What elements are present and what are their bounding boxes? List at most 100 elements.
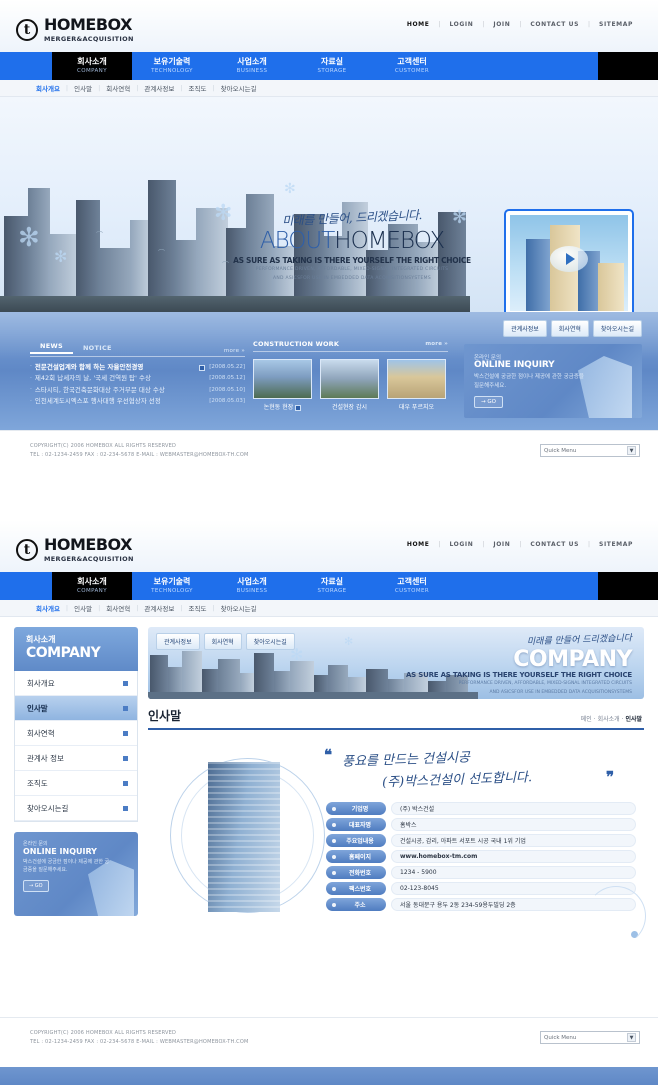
nav-item-customer[interactable]: 고객센터 CUSTOMER: [372, 52, 452, 80]
construction-caption: 건설현장 감시: [331, 404, 368, 411]
nav-item-storage-en: STORAGE: [317, 67, 347, 74]
breadcrumb-home[interactable]: 메인: [581, 716, 592, 723]
info-label-company-name: 기업명: [326, 802, 386, 815]
construction-thumbnail[interactable]: [253, 359, 312, 399]
sidebar-item-affiliates[interactable]: 관계사 정보: [15, 746, 137, 771]
utilnav-contact-us[interactable]: CONTACT US: [521, 541, 588, 548]
site-logo[interactable]: t HOMEBOX MERGER&ACQUISITION: [16, 17, 134, 43]
news-item[interactable]: · 전문건설업계와 함께 하는 자율안전경영 [2008.05.22]: [30, 362, 245, 373]
inquiry-go-button[interactable]: → GO: [474, 396, 503, 408]
video-player[interactable]: ❙❙ 00:06 01:34 ⛶ ◂)): [504, 209, 634, 312]
info-value-homepage[interactable]: www.homebox-tm.com: [391, 850, 636, 863]
subnav-item-overview[interactable]: 회사개요: [30, 83, 66, 93]
news-item[interactable]: · 제42회 납세자의 날, '국세 건역원 탑' 수상 [2008.05.12…: [30, 373, 245, 384]
quick-button-directions[interactable]: 찾아오시는길: [592, 320, 642, 337]
nav-item-customer[interactable]: 고객센터 CUSTOMER: [372, 572, 452, 600]
snowflake-icon: ✻: [18, 223, 40, 253]
bullet-dot-icon: [332, 854, 336, 859]
subnav-item-directions[interactable]: 찾아오시는길: [215, 603, 263, 613]
breadcrumb-section[interactable]: 회사소개: [598, 716, 620, 723]
utilnav-home[interactable]: HOME: [398, 21, 439, 28]
logo-mark-icon: t: [16, 19, 38, 41]
news-item-date: [2008.05.22]: [209, 363, 245, 370]
subnav-item-greeting[interactable]: 인사말: [68, 83, 98, 93]
utilnav-join[interactable]: JOIN: [484, 21, 519, 28]
utilnav-sitemap[interactable]: SITEMAP: [590, 21, 642, 28]
subnav-item-history[interactable]: 회사연혁: [100, 603, 136, 613]
nav-item-business[interactable]: 사업소개 BUSINESS: [212, 52, 292, 80]
breadcrumb-separator: ·: [593, 716, 596, 723]
nav-item-technology-ko: 보유기술력: [153, 577, 191, 587]
construction-item[interactable]: 건설현장 감시: [320, 359, 379, 411]
site-logo-2[interactable]: t HOMEBOX MERGER&ACQUISITION: [16, 537, 134, 563]
utilnav-sitemap[interactable]: SITEMAP: [590, 541, 642, 548]
subnav-item-history[interactable]: 회사연혁: [100, 83, 136, 93]
nav-item-technology[interactable]: 보유기술력 TECHNOLOGY: [132, 52, 212, 80]
construction-thumbnail[interactable]: [387, 359, 446, 399]
sidebar-online-inquiry[interactable]: 온라인 문의 ONLINE INQUIRY 박스건설에 궁금한 점이나 제공에 …: [14, 832, 138, 916]
news-item[interactable]: · 스타시티, 한국건축문화대상 주거부문 대상 수상 [2008.05.10]: [30, 385, 245, 396]
construction-caption: 대우 푸르지오: [398, 404, 435, 411]
construction-caption-text: 논현동 현장: [263, 404, 294, 411]
online-inquiry-box[interactable]: 온라인 문의 ONLINE INQUIRY 박스건설에 궁금한 점이나 제공에 …: [464, 344, 642, 418]
subnav-item-affiliates[interactable]: 관계사정보: [138, 603, 180, 613]
logo-name: HOMEBOX: [44, 535, 132, 554]
quick-button-affiliates[interactable]: 관계사정보: [503, 320, 547, 337]
utilnav-contact-us[interactable]: CONTACT US: [521, 21, 588, 28]
nav-item-storage[interactable]: 자료실 STORAGE: [292, 572, 372, 600]
construction-caption: 논현동 현장: [253, 402, 312, 411]
content-area: ✻ ✻ 관계사정보 회사연혁 찾아오시는길 미래를 만들어 드리겠습니다 COM…: [148, 627, 646, 970]
banner-tab-affiliates[interactable]: 관계사정보: [156, 633, 200, 650]
sidebar-item-directions[interactable]: 찾아오시는길: [15, 796, 137, 821]
nav-item-customer-ko: 고객센터: [397, 57, 427, 67]
nav-item-company-ko: 회사소개: [77, 577, 107, 587]
nav-item-company[interactable]: 회사소개 COMPANY: [52, 52, 132, 80]
construction-item[interactable]: 대우 푸르지오: [387, 359, 446, 411]
banner-tab-directions[interactable]: 찾아오시는길: [245, 633, 295, 650]
construction-item[interactable]: 논현동 현장: [253, 359, 312, 411]
bird-icon: ︵: [222, 256, 229, 264]
nav-tail: [598, 52, 658, 80]
chevron-down-icon[interactable]: ▼: [627, 1033, 636, 1042]
subnav-item-directions[interactable]: 찾아오시는길: [215, 83, 263, 93]
hero-title-light: ABOUT: [259, 228, 335, 254]
greeting-quote: ❝ 풍요를 만드는 건설시공 (주)박스건설이 선도합니다. ❞: [324, 746, 634, 790]
subnav-item-overview[interactable]: 회사개요: [30, 603, 66, 613]
subnav-item-org-chart[interactable]: 조직도: [183, 603, 213, 613]
nav-item-business[interactable]: 사업소개 BUSINESS: [212, 572, 292, 600]
utilnav-join[interactable]: JOIN: [484, 541, 519, 548]
tab-news[interactable]: NEWS: [30, 340, 73, 354]
chevron-down-icon[interactable]: ▼: [627, 446, 636, 455]
video-screen[interactable]: [510, 215, 628, 311]
nav-item-company[interactable]: 회사소개 COMPANY: [52, 572, 132, 600]
inquiry-en-title: ONLINE INQUIRY: [23, 847, 97, 856]
quick-menu-select[interactable]: Quick Menu ▼: [540, 444, 640, 457]
news-item[interactable]: · 인천세계도시엑스포 행사대행 우선협상자 선정 [2008.05.03]: [30, 396, 245, 407]
quick-menu-select[interactable]: Quick Menu ▼: [540, 1031, 640, 1044]
subnav-item-org-chart[interactable]: 조직도: [183, 83, 213, 93]
quick-button-history[interactable]: 회사연혁: [550, 320, 589, 337]
quick-menu-label: Quick Menu: [544, 447, 577, 454]
tab-notice[interactable]: NOTICE: [73, 342, 122, 354]
nav-item-technology-ko: 보유기술력: [153, 57, 191, 67]
sidebar-item-org-chart[interactable]: 조직도: [15, 771, 137, 796]
construction-thumbnail[interactable]: [320, 359, 379, 399]
play-button[interactable]: [550, 246, 588, 273]
sidebar-item-overview[interactable]: 회사개요: [15, 671, 137, 696]
nav-item-customer-en: CUSTOMER: [394, 587, 430, 594]
banner-tab-history[interactable]: 회사연혁: [203, 633, 242, 650]
inquiry-go-button[interactable]: → GO: [23, 880, 49, 892]
utilnav-login[interactable]: LOGIN: [440, 541, 482, 548]
news-item-date: [2008.05.10]: [209, 386, 245, 393]
utilnav-home[interactable]: HOME: [398, 541, 439, 548]
subnav-item-greeting[interactable]: 인사말: [68, 603, 98, 613]
utilnav-login[interactable]: LOGIN: [440, 21, 482, 28]
sidebar-item-history[interactable]: 회사연혁: [15, 721, 137, 746]
nav-item-storage[interactable]: 자료실 STORAGE: [292, 52, 372, 80]
construction-more-link[interactable]: more »: [425, 341, 448, 347]
sidebar-item-greeting[interactable]: 인사말: [15, 696, 137, 721]
new-badge-icon: [199, 364, 206, 371]
nav-item-technology[interactable]: 보유기술력 TECHNOLOGY: [132, 572, 212, 600]
news-more-link[interactable]: more »: [224, 348, 245, 354]
subnav-item-affiliates[interactable]: 관계사정보: [138, 83, 180, 93]
